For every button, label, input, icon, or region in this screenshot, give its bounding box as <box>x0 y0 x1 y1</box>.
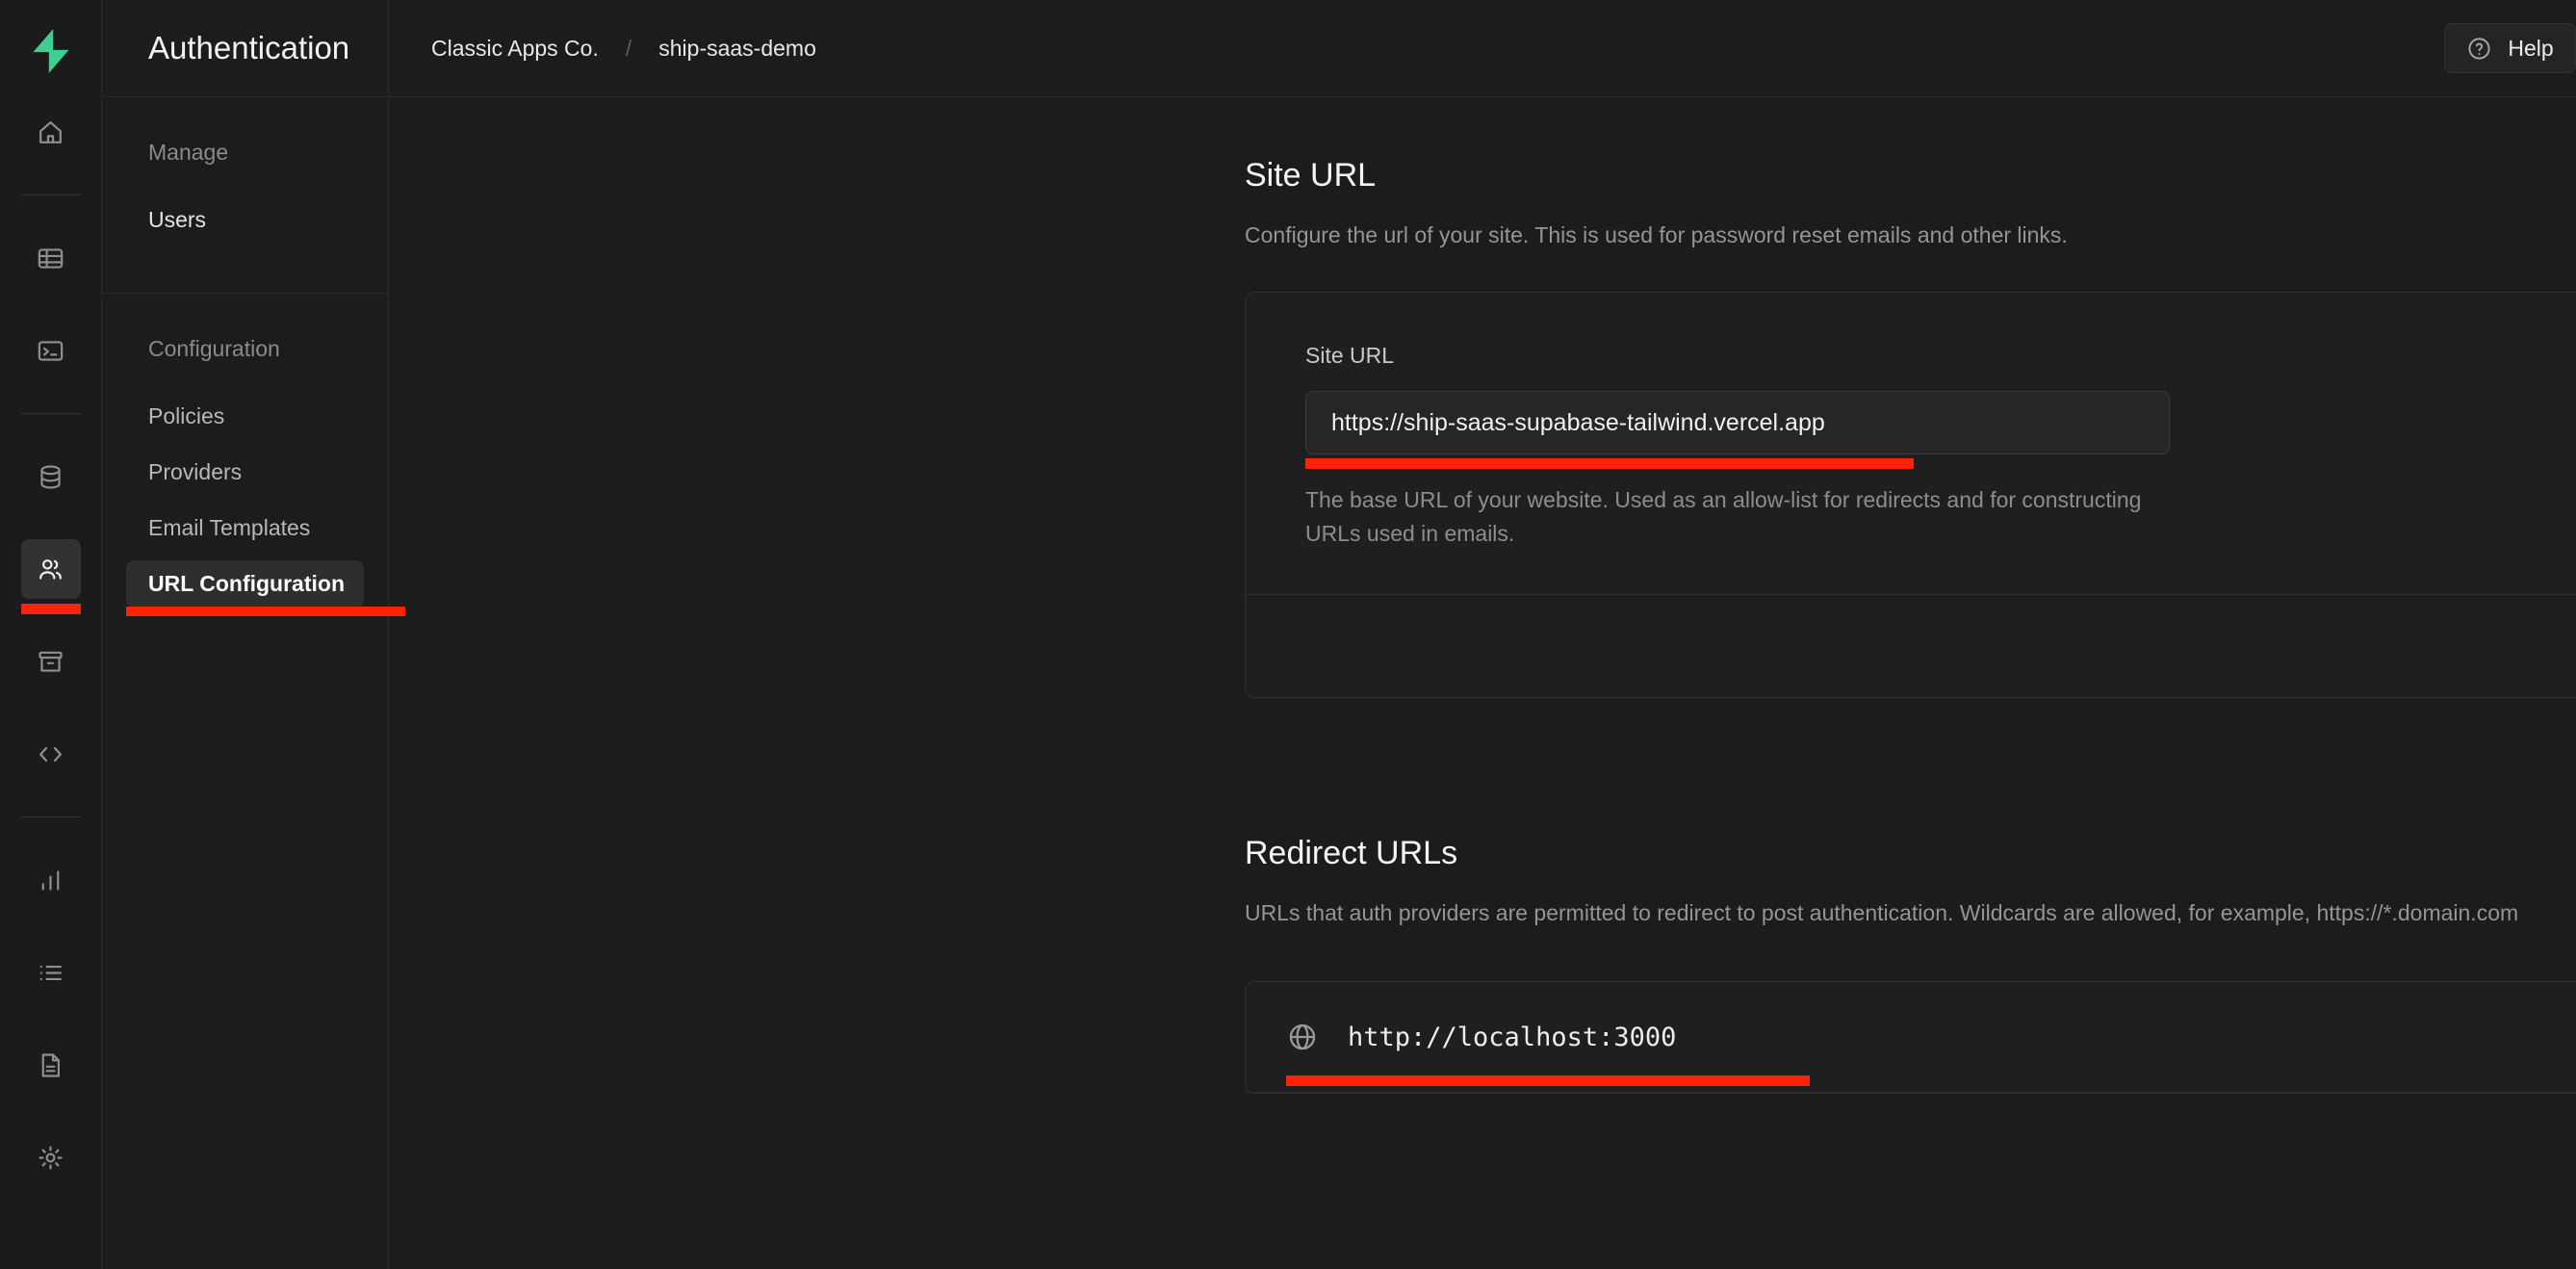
rail-item-authentication[interactable] <box>20 539 81 614</box>
page-title: Authentication <box>148 30 350 65</box>
rail-item-storage[interactable] <box>21 632 81 691</box>
reports-icon <box>41 869 60 891</box>
sidebar-group-manage: Manage Users <box>102 97 388 294</box>
sidebar-title-bar: Authentication <box>102 0 388 97</box>
sidebar-item-users[interactable]: Users <box>126 196 364 244</box>
app-root: Authentication Manage Users Configuratio… <box>0 0 2576 1269</box>
main-area: Classic Apps Co. / ship-saas-demo Help F… <box>389 0 2576 1269</box>
annotation-bar-site-url-input <box>1305 458 1914 470</box>
redirect-url-value: http://localhost:3000 <box>1348 1022 1677 1052</box>
rail-item-home[interactable] <box>21 102 81 162</box>
breadcrumb-project[interactable]: ship-saas-demo <box>658 36 816 62</box>
sidebar-item-providers[interactable]: Providers <box>126 449 364 496</box>
annotation-bar-auth-icon <box>20 604 81 614</box>
site-url-field-help: The base URL of your website. Used as an… <box>1305 487 2142 546</box>
authentication-icon <box>39 558 62 580</box>
sql-editor-icon <box>38 340 64 361</box>
supabase-logo[interactable] <box>21 21 81 81</box>
annotation-bar-url-configuration <box>126 607 405 616</box>
annotation-bar-redirect-url <box>1286 1075 1810 1087</box>
sidebar-group-header-manage: Manage <box>148 140 229 165</box>
rail-item-reports[interactable] <box>21 850 81 910</box>
site-url-field-wrap: https://ship-saas-supabase-tailwind.verc… <box>1305 391 2170 470</box>
sidebar-item-email-templates[interactable]: Email Templates <box>126 505 364 552</box>
site-url-section: Site URL Configure the url of your site.… <box>1245 157 2576 699</box>
rail-divider-1 <box>20 194 81 195</box>
content-inner: Site URL Configure the url of your site.… <box>1245 157 2576 1095</box>
supabase-logo-icon <box>32 29 69 73</box>
help-button[interactable]: Help <box>2444 23 2576 73</box>
settings-icon <box>39 1145 63 1170</box>
redirect-urls-card: http://localhost:3000 Remove <box>1245 981 2576 1095</box>
redirect-urls-description: URLs that auth providers are permitted t… <box>1245 900 2519 926</box>
rail-divider-3 <box>20 816 81 817</box>
site-url-field-label: Site URL <box>1305 343 1395 369</box>
rail-item-logs[interactable] <box>21 943 81 1002</box>
rail-item-table-editor[interactable] <box>21 228 81 288</box>
breadcrumb-organization[interactable]: Classic Apps Co. <box>431 36 599 62</box>
sidebar-group-header-configuration: Configuration <box>148 336 280 361</box>
rail-item-settings[interactable] <box>21 1127 81 1187</box>
site-url-card: Site URL https://ship-saas-supabase-tail… <box>1245 292 2576 699</box>
site-url-card-footer: Cancel Save <box>1246 594 2576 697</box>
home-icon <box>39 120 62 143</box>
site-url-card-body: Site URL https://ship-saas-supabase-tail… <box>1246 293 2576 594</box>
sidebar-item-url-configuration[interactable]: URL Configuration <box>126 560 405 616</box>
help-button-label: Help <box>2508 35 2554 61</box>
table-editor-icon <box>38 247 64 269</box>
globe-icon <box>1286 1021 1319 1053</box>
site-url-description: Configure the url of your site. This is … <box>1245 222 2068 247</box>
edge-functions-icon <box>39 746 62 762</box>
site-url-title: Site URL <box>1245 157 1377 194</box>
redirect-urls-title: Redirect URLs <box>1245 835 1458 872</box>
rail-item-database[interactable] <box>21 447 81 506</box>
sidebar-group-configuration: Configuration Policies Providers Email T… <box>102 294 405 657</box>
logs-icon <box>39 965 62 980</box>
site-url-input[interactable]: https://ship-saas-supabase-tailwind.verc… <box>1305 391 2170 455</box>
sidebar-item-policies[interactable]: Policies <box>126 393 364 440</box>
rail-item-edge-functions[interactable] <box>21 724 81 784</box>
rail-divider-2 <box>20 413 81 414</box>
rail-item-api-docs[interactable] <box>21 1035 81 1095</box>
breadcrumb-separator: / <box>625 35 632 61</box>
redirect-urls-text: Redirect URLs URLs that auth providers a… <box>1245 835 2576 929</box>
auth-sidebar: Authentication Manage Users Configuratio… <box>102 0 405 1269</box>
top-bar: Classic Apps Co. / ship-saas-demo Help F… <box>389 0 2576 97</box>
redirect-urls-section: Redirect URLs URLs that auth providers a… <box>1245 835 2576 939</box>
database-icon <box>40 464 61 489</box>
primary-nav-rail <box>0 0 102 1269</box>
sidebar-item-url-configuration-label: URL Configuration <box>148 571 345 596</box>
content-scroll: Site URL Configure the url of your site.… <box>389 97 2576 1269</box>
question-circle-icon <box>2468 37 2490 60</box>
redirect-url-row: http://localhost:3000 Remove <box>1246 982 2576 1094</box>
storage-icon <box>39 651 63 672</box>
rail-item-sql-editor[interactable] <box>21 321 81 380</box>
api-docs-icon <box>41 1052 60 1077</box>
